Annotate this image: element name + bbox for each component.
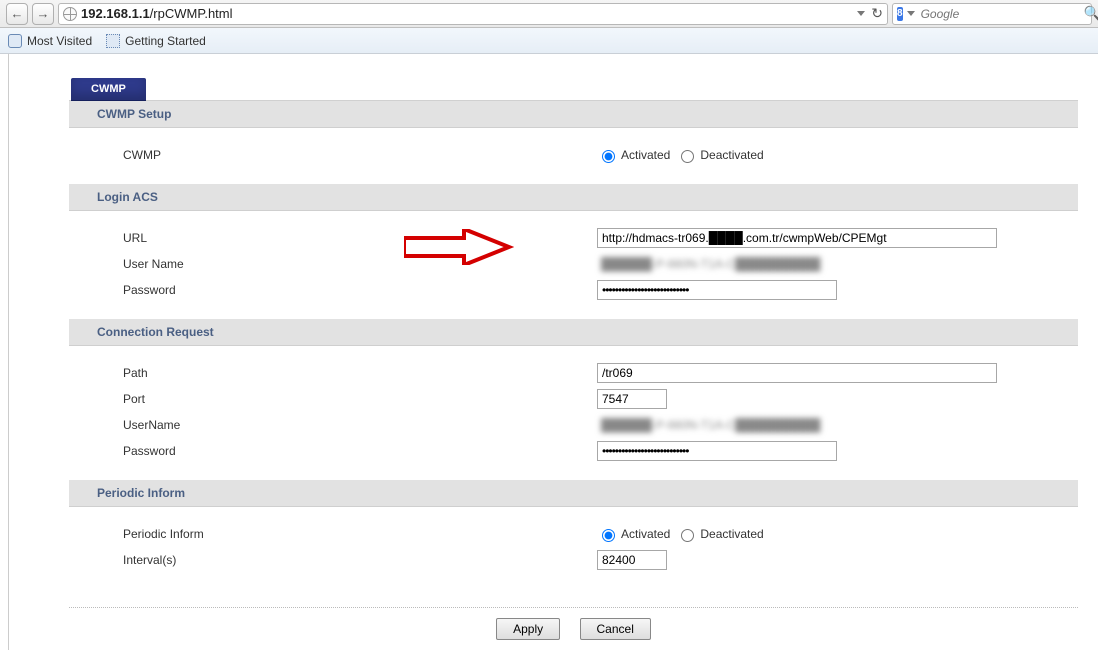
radio-pi-activated-input[interactable] — [602, 529, 615, 542]
input-cr-port[interactable] — [597, 389, 667, 409]
field-cr-username: ██████-P-660N-T1A-C██████████ — [469, 416, 1068, 434]
section-header-login-acs: Login ACS — [69, 184, 1078, 211]
field-cr-password — [469, 441, 1068, 461]
label-cwmp: CWMP — [79, 148, 469, 162]
label-cr-path: Path — [79, 366, 469, 380]
bookmark-label: Getting Started — [125, 34, 206, 48]
radio-activated-input[interactable] — [602, 150, 615, 163]
search-input[interactable] — [919, 6, 1080, 22]
section-body-login-acs: URL User Name ██████-P-660N-T1A-C███████… — [69, 211, 1078, 319]
field-acs-password — [469, 280, 1068, 300]
search-icon[interactable]: 🔍 — [1084, 5, 1098, 22]
search-box[interactable]: 8 🔍 — [892, 3, 1092, 25]
url-path: /rpCWMP.html — [150, 6, 233, 21]
label-acs-password: Password — [79, 283, 469, 297]
apply-button[interactable]: Apply — [496, 618, 560, 640]
bookmark-icon — [8, 34, 22, 48]
bookmark-icon — [106, 34, 120, 48]
radio-cwmp-activated[interactable]: Activated — [597, 147, 670, 163]
field-acs-username: ██████-P-660N-T1A-C██████████ — [469, 255, 1068, 273]
row-acs-url: URL — [79, 227, 1068, 249]
section-body-connection-request: Path Port UserName ██████-P-660N-T1A-C██… — [69, 346, 1078, 480]
field-cr-path — [469, 363, 1068, 383]
radio-pi-deactivated[interactable]: Deactivated — [676, 526, 763, 542]
input-cr-password[interactable] — [597, 441, 837, 461]
label-cr-port: Port — [79, 392, 469, 406]
label-acs-url: URL — [79, 231, 469, 245]
field-acs-url — [469, 228, 1068, 248]
page-content: CWMP CWMP Setup CWMP Activated Deactivat… — [8, 54, 1098, 650]
row-cwmp: CWMP Activated Deactivated — [79, 144, 1068, 166]
bookmark-label: Most Visited — [27, 34, 92, 48]
row-acs-username: User Name ██████-P-660N-T1A-C██████████ — [79, 253, 1068, 275]
field-pi-interval — [469, 550, 1068, 570]
globe-icon — [63, 7, 77, 21]
cancel-button[interactable]: Cancel — [580, 618, 651, 640]
row-cr-password: Password — [79, 440, 1068, 462]
value-cr-username: ██████-P-660N-T1A-C██████████ — [597, 416, 824, 434]
search-engine-dropdown-icon[interactable] — [907, 11, 915, 16]
bookmark-most-visited[interactable]: Most Visited — [8, 34, 92, 48]
tab-cwmp[interactable]: CWMP — [71, 78, 146, 100]
section-header-connection-request: Connection Request — [69, 319, 1078, 346]
radio-label: Activated — [621, 527, 670, 541]
input-pi-interval[interactable] — [597, 550, 667, 570]
field-pi: Activated Deactivated — [469, 526, 1068, 542]
row-cr-port: Port — [79, 388, 1068, 410]
label-pi-interval: Interval(s) — [79, 553, 469, 567]
reload-icon[interactable]: ↻ — [871, 5, 883, 22]
forward-button[interactable]: → — [32, 3, 54, 25]
row-pi-activated: Periodic Inform Activated Deactivated — [79, 523, 1068, 545]
url-host: 192.168.1.1 — [81, 6, 150, 21]
row-cr-path: Path — [79, 362, 1068, 384]
browser-toolbar: ← → 192.168.1.1/rpCWMP.html ↻ 8 🔍 — [0, 0, 1098, 28]
row-acs-password: Password — [79, 279, 1068, 301]
bookmark-getting-started[interactable]: Getting Started — [106, 34, 206, 48]
label-cr-password: Password — [79, 444, 469, 458]
radio-pi-deactivated-input[interactable] — [681, 529, 694, 542]
row-cr-username: UserName ██████-P-660N-T1A-C██████████ — [79, 414, 1068, 436]
radio-label: Deactivated — [700, 148, 763, 162]
panel: CWMP Setup CWMP Activated Deactivated Lo… — [69, 100, 1078, 640]
field-cr-port — [469, 389, 1068, 409]
input-acs-url[interactable] — [597, 228, 997, 248]
field-cwmp: Activated Deactivated — [469, 147, 1068, 163]
label-acs-username: User Name — [79, 257, 469, 271]
footer-buttons: Apply Cancel — [69, 607, 1078, 640]
label-pi: Periodic Inform — [79, 527, 469, 541]
radio-cwmp-deactivated[interactable]: Deactivated — [676, 147, 763, 163]
dropdown-icon[interactable] — [857, 11, 865, 16]
input-cr-path[interactable] — [597, 363, 997, 383]
section-header-cwmp-setup: CWMP Setup — [69, 101, 1078, 128]
radio-label: Activated — [621, 148, 670, 162]
url-bar[interactable]: 192.168.1.1/rpCWMP.html ↻ — [58, 3, 888, 25]
section-body-periodic-inform: Periodic Inform Activated Deactivated In… — [69, 507, 1078, 589]
value-acs-username: ██████-P-660N-T1A-C██████████ — [597, 255, 824, 273]
radio-pi-activated[interactable]: Activated — [597, 526, 670, 542]
radio-deactivated-input[interactable] — [681, 150, 694, 163]
row-pi-interval: Interval(s) — [79, 549, 1068, 571]
section-header-periodic-inform: Periodic Inform — [69, 480, 1078, 507]
google-icon: 8 — [897, 7, 903, 21]
back-button[interactable]: ← — [6, 3, 28, 25]
url-text: 192.168.1.1/rpCWMP.html — [81, 6, 853, 21]
bookmarks-bar: Most Visited Getting Started — [0, 28, 1098, 54]
section-body-cwmp-setup: CWMP Activated Deactivated — [69, 128, 1078, 184]
radio-label: Deactivated — [700, 527, 763, 541]
input-acs-password[interactable] — [597, 280, 837, 300]
label-cr-username: UserName — [79, 418, 469, 432]
url-right-controls: ↻ — [857, 5, 883, 22]
